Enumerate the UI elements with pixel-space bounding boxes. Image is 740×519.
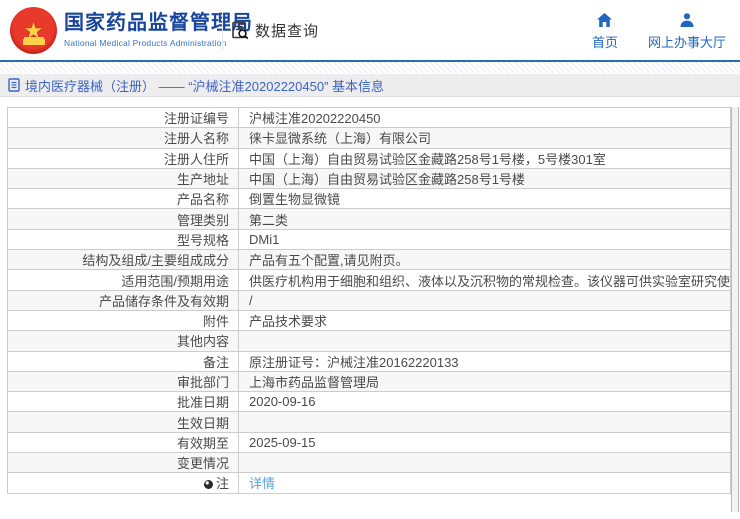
field-value: 倒置生物显微镜 (238, 188, 731, 210)
field-label: 有效期至 (7, 431, 239, 454)
national-emblem-logo: ★ (10, 7, 57, 54)
balloon-icon (203, 480, 213, 490)
field-value: 第二类 (238, 208, 731, 230)
field-label: 批准日期 (7, 391, 239, 413)
site-header: ★ 国家药品监督管理局 National Medical Products Ad… (0, 0, 740, 61)
nav-online-service-hall[interactable]: 网上办事大厅 (648, 12, 726, 51)
breadcrumb: 境内医疗器械（注册） —— “沪械注准20202220450” 基本信息 (0, 74, 740, 97)
field-value: 详情 (238, 472, 731, 494)
table-row: 注册人住所 中国（上海）自由贸易试验区金藏路258号1号楼，5号楼301室 (7, 147, 731, 169)
data-query-label: 数据查询 (255, 23, 320, 40)
field-label: 变更情况 (7, 452, 239, 474)
table-row: 审批部门 上海市药品监督管理局 (7, 370, 731, 393)
table-row: 生产地址 中国（上海）自由贸易试验区金藏路258号1号楼 (7, 167, 731, 190)
note-label: 注 (215, 476, 229, 492)
field-label: 注 (7, 472, 239, 494)
field-label: 注册人住所 (7, 147, 239, 169)
document-icon (8, 78, 20, 92)
field-value (238, 411, 731, 433)
table-row: 结构及组成/主要组成成分 产品有五个配置,请见附页。 (7, 249, 731, 271)
emblem-gate-icon (22, 39, 45, 45)
hatch-texture (0, 62, 740, 73)
breadcrumb-title: 境内医疗器械（注册） —— “沪械注准20202220450” 基本信息 (25, 78, 385, 94)
table-row: 批准日期 2020-09-16 (7, 391, 731, 413)
field-label: 注册证编号 (7, 106, 239, 129)
registration-info-table: 注册证编号 沪械注准20202220450 注册人名称 徕卡显微系统（上海）有限… (7, 106, 731, 494)
table-row: 注册人名称 徕卡显微系统（上海）有限公司 (7, 127, 731, 149)
top-nav: 首页 网上办事大厅 (592, 12, 726, 51)
field-label: 结构及组成/主要组成成分 (7, 249, 239, 271)
field-value: 原注册证号：沪械注准20162220133 (238, 350, 731, 372)
site-subtitle: National Medical Products Administration (64, 38, 227, 48)
field-label: 审批部门 (7, 370, 239, 393)
field-value: 产品有五个配置,请见附页。 (238, 249, 731, 271)
page: ★ 国家药品监督管理局 National Medical Products Ad… (0, 0, 740, 519)
field-value: DMi1 (238, 228, 731, 251)
field-value: 中国（上海）自由贸易试验区金藏路258号1号楼 (238, 167, 731, 190)
table-row: 其他内容 (7, 330, 731, 352)
field-label: 适用范围/预期用途 (7, 269, 239, 291)
field-label: 生效日期 (7, 411, 239, 433)
field-label: 产品储存条件及有效期 (7, 289, 239, 311)
vertical-scrollbar[interactable] (731, 107, 739, 512)
field-value: 徕卡显微系统（上海）有限公司 (238, 127, 731, 149)
table-row: 生效日期 (7, 411, 731, 433)
table-row: 产品储存条件及有效期 / (7, 289, 731, 311)
field-value: 上海市药品监督管理局 (238, 370, 731, 393)
header-divider (222, 12, 223, 50)
field-value: / (238, 289, 731, 311)
field-value: 2020-09-16 (238, 391, 731, 413)
nav-online-service-hall-label: 网上办事大厅 (647, 35, 726, 50)
field-label: 其他内容 (7, 330, 239, 352)
site-title-block: 国家药品监督管理局 National Medical Products Admi… (64, 11, 253, 48)
field-value: 产品技术要求 (238, 309, 731, 332)
table-row: 管理类别 第二类 (7, 208, 731, 230)
site-title: 国家药品监督管理局 (64, 12, 253, 34)
table-row: 注 详情 (7, 472, 731, 494)
field-value (238, 330, 731, 352)
person-icon (679, 12, 695, 28)
table-row: 附件 产品技术要求 (7, 309, 731, 332)
table-row: 注册证编号 沪械注准20202220450 (7, 106, 731, 129)
nav-home-label: 首页 (591, 35, 618, 50)
detail-link[interactable]: 详情 (249, 476, 275, 491)
table-row: 产品名称 倒置生物显微镜 (7, 188, 731, 210)
field-label: 生产地址 (7, 167, 239, 190)
document-search-icon (231, 21, 250, 40)
field-label: 型号规格 (7, 228, 239, 251)
field-value: 供医疗机构用于细胞和组织、液体以及沉积物的常规检查。该仪器可供实验室研究使用。 (238, 269, 731, 291)
table-row: 型号规格 DMi1 (7, 228, 731, 251)
table-row: 变更情况 (7, 452, 731, 474)
table-row: 有效期至 2025-09-15 (7, 431, 731, 454)
field-label: 管理类别 (7, 208, 239, 230)
field-value (238, 452, 731, 474)
field-value: 2025-09-15 (238, 431, 731, 454)
table-row: 备注 原注册证号：沪械注准20162220133 (7, 350, 731, 372)
field-value: 沪械注准20202220450 (238, 106, 731, 129)
field-label: 附件 (7, 309, 239, 332)
field-label: 产品名称 (7, 188, 239, 210)
field-value: 中国（上海）自由贸易试验区金藏路258号1号楼，5号楼301室 (238, 147, 731, 169)
field-label: 备注 (7, 350, 239, 372)
table-row: 适用范围/预期用途 供医疗机构用于细胞和组织、液体以及沉积物的常规检查。该仪器可… (7, 269, 731, 291)
home-icon (596, 12, 613, 28)
data-query-button[interactable]: 数据查询 (231, 20, 319, 41)
nav-home[interactable]: 首页 (592, 12, 618, 51)
field-label: 注册人名称 (7, 127, 239, 149)
